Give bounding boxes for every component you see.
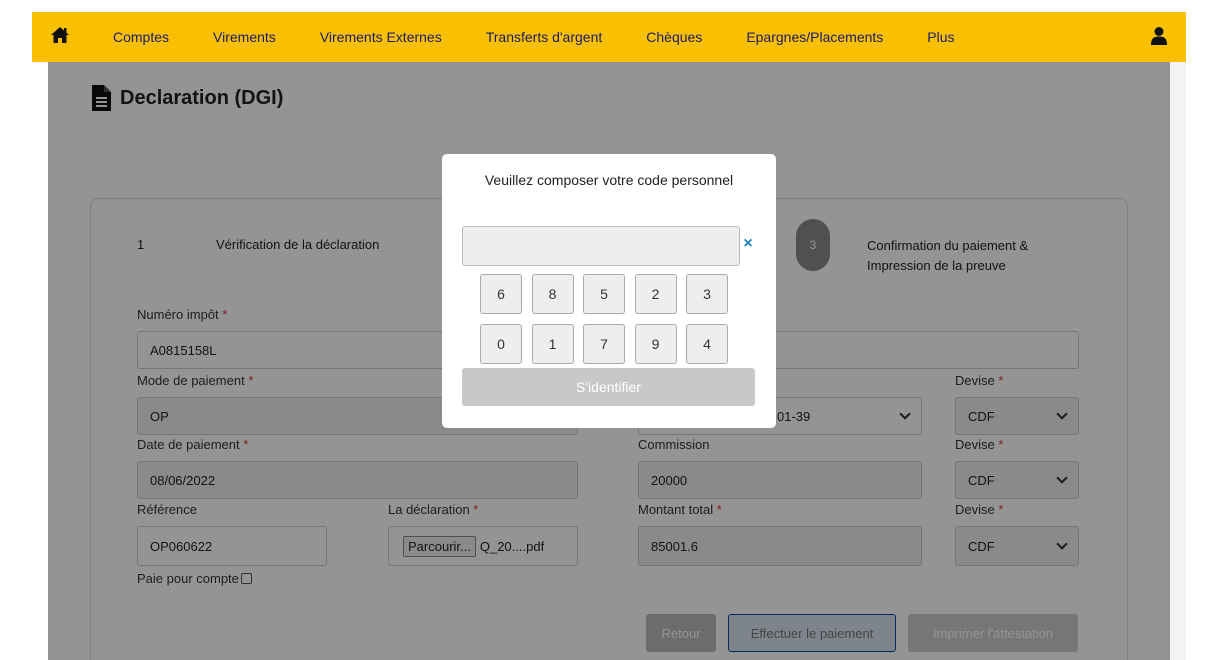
nav-item-virements-externes[interactable]: Virements Externes — [320, 29, 442, 45]
user-icon[interactable] — [1150, 26, 1168, 46]
nav-item-virements[interactable]: Virements — [213, 29, 276, 45]
page-side-gutter — [1170, 62, 1186, 660]
keypad-key[interactable]: 0 — [480, 324, 522, 364]
home-icon[interactable] — [50, 26, 70, 44]
pin-modal-title: Veuillez composer votre code personnel — [484, 172, 734, 188]
keypad-key[interactable]: 6 — [480, 274, 522, 314]
nav-item-epargnes[interactable]: Epargnes/Placements — [746, 29, 883, 45]
keypad-key[interactable]: 9 — [634, 324, 677, 364]
nav-item-transferts[interactable]: Transferts d'argent — [486, 29, 603, 45]
keypad-key[interactable]: 3 — [686, 274, 728, 314]
keypad-key[interactable]: 4 — [686, 324, 728, 364]
keypad-key[interactable]: 5 — [583, 274, 625, 314]
keypad-key[interactable]: 1 — [531, 324, 574, 364]
keypad-key[interactable]: 2 — [634, 274, 677, 314]
nav-item-plus[interactable]: Plus — [927, 29, 954, 45]
keypad-key[interactable]: 7 — [583, 324, 625, 364]
pin-input[interactable] — [462, 226, 740, 266]
login-button[interactable]: S'identifier — [462, 368, 755, 406]
keypad-row-1: 6 8 5 2 3 — [480, 274, 738, 314]
nav-item-comptes[interactable]: Comptes — [113, 29, 169, 45]
nav-items: Comptes Virements Virements Externes Tra… — [113, 12, 999, 62]
nav-item-cheques[interactable]: Chèques — [646, 29, 702, 45]
pin-modal: Veuillez composer votre code personnel ×… — [442, 154, 776, 428]
clear-icon[interactable]: × — [740, 234, 756, 254]
top-navbar: Comptes Virements Virements Externes Tra… — [32, 12, 1186, 62]
keypad-key[interactable]: 8 — [531, 274, 574, 314]
keypad-row-2: 0 1 7 9 4 — [480, 324, 738, 364]
